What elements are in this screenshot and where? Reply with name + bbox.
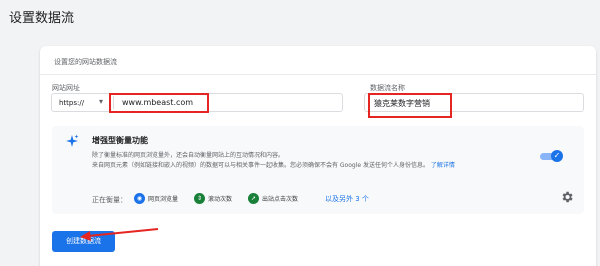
url-separator [113, 96, 114, 109]
enhanced-measurement-title: 增强型衡量功能 [92, 136, 148, 145]
chip-label: 网页浏览量 [148, 196, 179, 203]
enhanced-measurement-desc-1: 除了衡量标准的网页浏览量外，还会自动衡量网站上的互动情况和内容。 [92, 152, 285, 159]
learn-more-link[interactable]: 了解详情 [431, 162, 455, 169]
eye-icon: ◉ [134, 193, 145, 204]
chip-outbound-clicks: ➚ 出站点击次数 [248, 192, 298, 205]
sparkle-icon [66, 134, 79, 147]
section-title: 设置您的网站数据流 [54, 58, 117, 66]
enhanced-measurement-desc-2: 来自网页元素（例如链接和嵌入的视频）的数据可以与相关事件一起收集。您必须确保不会… [92, 162, 429, 169]
protocol-select[interactable]: https:// [59, 99, 84, 107]
stream-name-input[interactable]: 猿克莱数字营销 [374, 98, 430, 109]
url-input[interactable]: www.mbeast.com [122, 98, 193, 107]
chip-label: 滚动次数 [208, 196, 233, 203]
check-icon: ✓ [551, 150, 563, 162]
website-url-field: https:// ▾ www.mbeast.com [51, 93, 343, 112]
chip-scrolls: ⇕ 滚动次数 [194, 192, 232, 205]
measuring-label: 正在衡量： [92, 196, 127, 204]
annotation-arrow [80, 228, 159, 241]
url-label: 网站网址 [52, 84, 80, 92]
page-title: 设置数据流 [9, 11, 75, 26]
stream-name-field[interactable]: 猿克莱数字营销 [364, 93, 584, 112]
gear-icon[interactable] [560, 190, 574, 204]
enhanced-measurement-panel: 增强型衡量功能 除了衡量标准的网页浏览量外，还会自动衡量网站上的互动情况和内容。… [52, 126, 584, 214]
more-events-link[interactable]: 以及另外 3 个 [325, 194, 369, 204]
chip-page-views: ◉ 网页浏览量 [134, 192, 178, 205]
cursor-icon: ➚ [248, 193, 259, 204]
divider [40, 74, 596, 75]
scroll-icon: ⇕ [194, 193, 205, 204]
chip-label: 出站点击次数 [262, 196, 299, 203]
chevron-down-icon[interactable]: ▾ [99, 97, 103, 106]
enhanced-measurement-toggle[interactable]: ✓ [540, 150, 564, 162]
stream-name-label: 数据流名称 [370, 84, 405, 92]
